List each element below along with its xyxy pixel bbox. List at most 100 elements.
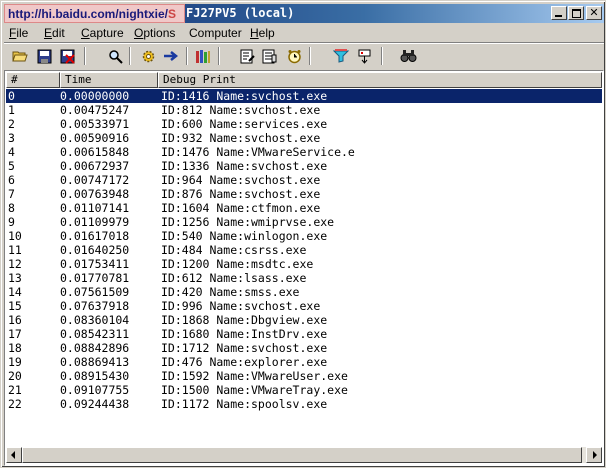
table-row[interactable]: 12 0.01753411 ID:1200 Name:msdtc.exe: [6, 257, 602, 271]
highlight-icon[interactable]: [259, 47, 279, 65]
row-time: 0.00533971: [60, 117, 130, 131]
row-debug-print: ID:1172 Name:spoolsv.exe: [161, 397, 328, 411]
row-time: 0.09244438: [60, 397, 130, 411]
row-time: 0.00672937: [60, 159, 130, 173]
toolbar-separator: [309, 47, 311, 65]
row-time: 0.07637918: [60, 299, 130, 313]
table-row[interactable]: 10 0.01617018 ID:540 Name:winlogon.exe: [6, 229, 602, 243]
row-number: 10: [8, 229, 22, 243]
debug-output-list[interactable]: # Time Debug Print 0 0.00000000 ID:1416 Na…: [4, 70, 604, 466]
open-folder-icon[interactable]: [10, 47, 30, 65]
row-debug-print: ID:600 Name:services.exe: [161, 117, 328, 131]
row-debug-print: ID:1256 Name:wmiprvse.exe: [161, 215, 335, 229]
row-time: 0.01753411: [60, 257, 130, 271]
table-row[interactable]: 6 0.00747172 ID:964 Name:svchost.exe: [6, 173, 602, 187]
menu-edit[interactable]: Edit: [44, 26, 65, 40]
arrow-right-icon: [593, 451, 597, 459]
arrow-left-icon: [11, 451, 15, 459]
menu-capture[interactable]: Capture: [81, 26, 124, 40]
table-row[interactable]: 11 0.01640250 ID:484 Name:csrss.exe: [6, 243, 602, 257]
autoscroll-arrow-icon[interactable]: [161, 47, 181, 65]
table-row[interactable]: 20 0.08915430 ID:1592 Name:VMwareUser.exe: [6, 369, 602, 383]
row-time: 0.00615848: [60, 145, 130, 159]
row-number: 4: [8, 145, 15, 159]
horizontal-scrollbar[interactable]: [6, 447, 602, 463]
capture-kernel-icon[interactable]: [193, 47, 213, 65]
row-debug-print: ID:1336 Name:svchost.exe: [161, 159, 328, 173]
close-button[interactable]: ✕: [586, 6, 602, 20]
table-row[interactable]: 9 0.01109979 ID:1256 Name:wmiprvse.exe: [6, 215, 602, 229]
table-row[interactable]: 2 0.00533971 ID:600 Name:services.exe: [6, 117, 602, 131]
table-row[interactable]: 14 0.07561509 ID:420 Name:smss.exe: [6, 285, 602, 299]
row-time: 0.08869413: [60, 355, 130, 369]
table-row[interactable]: 21 0.09107755 ID:1500 Name:VMwareTray.exe: [6, 383, 602, 397]
properties-icon[interactable]: [237, 47, 257, 65]
title-bar[interactable]: http://hi.baidu.com/nightxie/S FJ27PV5 (…: [4, 4, 604, 23]
maximize-button[interactable]: [568, 6, 584, 20]
toolbar-separator: [218, 47, 220, 65]
debugview-window: http://hi.baidu.com/nightxie/S FJ27PV5 (…: [0, 0, 606, 468]
scrollbar-thumb[interactable]: [22, 447, 582, 463]
find-icon[interactable]: [105, 47, 125, 65]
row-debug-print: ID:1712 Name:svchost.exe: [161, 341, 328, 355]
row-time: 0.00000000: [60, 89, 130, 103]
binoculars-icon[interactable]: [398, 47, 418, 65]
menu-help[interactable]: Help: [250, 26, 275, 40]
toolbar-separator: [186, 47, 188, 65]
table-row[interactable]: 4 0.00615848 ID:1476 Name:VMwareService.e: [6, 145, 602, 159]
row-debug-print: ID:1604 Name:ctfmon.exe: [161, 201, 321, 215]
table-row[interactable]: 19 0.08869413 ID:476 Name:explorer.exe: [6, 355, 602, 369]
row-number: 5: [8, 159, 15, 173]
url-watermark: http://hi.baidu.com/nightxie/S: [4, 4, 185, 23]
row-debug-print: ID:420 Name:smss.exe: [161, 285, 300, 299]
menu-computer[interactable]: Computer: [189, 26, 242, 40]
table-row[interactable]: 13 0.01770781 ID:612 Name:lsass.exe: [6, 271, 602, 285]
row-debug-print: ID:476 Name:explorer.exe: [161, 355, 328, 369]
time-icon[interactable]: [284, 47, 304, 65]
column-header-time[interactable]: Time: [60, 72, 158, 88]
url-watermark-text: http://hi.baidu.com/nightxie/: [8, 7, 168, 21]
row-time: 0.09107755: [60, 383, 130, 397]
table-row[interactable]: 1 0.00475247 ID:812 Name:svchost.exe: [6, 103, 602, 117]
filter-icon[interactable]: [331, 47, 351, 65]
menu-options[interactable]: Options: [134, 26, 175, 40]
toolbar-separator: [381, 47, 383, 65]
menu-bar: File Edit Capture Options Computer Help: [4, 24, 604, 42]
table-row[interactable]: 18 0.08842896 ID:1712 Name:svchost.exe: [6, 341, 602, 355]
menu-file[interactable]: File: [9, 26, 28, 40]
table-row[interactable]: 5 0.00672937 ID:1336 Name:svchost.exe: [6, 159, 602, 173]
row-time: 0.00747172: [60, 173, 130, 187]
column-header-debug-print[interactable]: Debug Print: [158, 72, 602, 88]
row-number: 14: [8, 285, 22, 299]
minimize-button[interactable]: [551, 6, 567, 20]
row-number: 11: [8, 243, 22, 257]
row-number: 0: [8, 89, 15, 103]
table-row[interactable]: 16 0.08360104 ID:1868 Name:Dbgview.exe: [6, 313, 602, 327]
table-row[interactable]: 0 0.00000000 ID:1416 Name:svchost.exe: [6, 89, 602, 103]
column-header-number[interactable]: #: [6, 72, 60, 88]
row-number: 21: [8, 383, 22, 397]
table-row[interactable]: 22 0.09244438 ID:1172 Name:spoolsv.exe: [6, 397, 602, 411]
row-debug-print: ID:1592 Name:VMwareUser.exe: [161, 369, 348, 383]
row-number: 20: [8, 369, 22, 383]
row-number: 8: [8, 201, 15, 215]
row-debug-print: ID:964 Name:svchost.exe: [161, 173, 321, 187]
clear-icon[interactable]: [57, 47, 77, 65]
table-row[interactable]: 7 0.00763948 ID:876 Name:svchost.exe: [6, 187, 602, 201]
row-debug-print: ID:1500 Name:VMwareTray.exe: [161, 383, 348, 397]
save-icon[interactable]: [34, 47, 54, 65]
row-number: 18: [8, 341, 22, 355]
row-number: 3: [8, 131, 15, 145]
row-time: 0.07561509: [60, 285, 130, 299]
url-watermark-tail: S: [168, 7, 177, 21]
row-number: 12: [8, 257, 22, 271]
capture-gear-icon[interactable]: [138, 47, 158, 65]
table-row[interactable]: 8 0.01107141 ID:1604 Name:ctfmon.exe: [6, 201, 602, 215]
filter-options-icon[interactable]: [354, 47, 374, 65]
table-row[interactable]: 3 0.00590916 ID:932 Name:svchost.exe: [6, 131, 602, 145]
table-row[interactable]: 15 0.07637918 ID:996 Name:svchost.exe: [6, 299, 602, 313]
row-debug-print: ID:484 Name:csrss.exe: [161, 243, 307, 257]
table-row[interactable]: 17 0.08542311 ID:1680 Name:InstDrv.exe: [6, 327, 602, 341]
scroll-right-button[interactable]: [586, 447, 602, 463]
scroll-left-button[interactable]: [6, 447, 22, 463]
